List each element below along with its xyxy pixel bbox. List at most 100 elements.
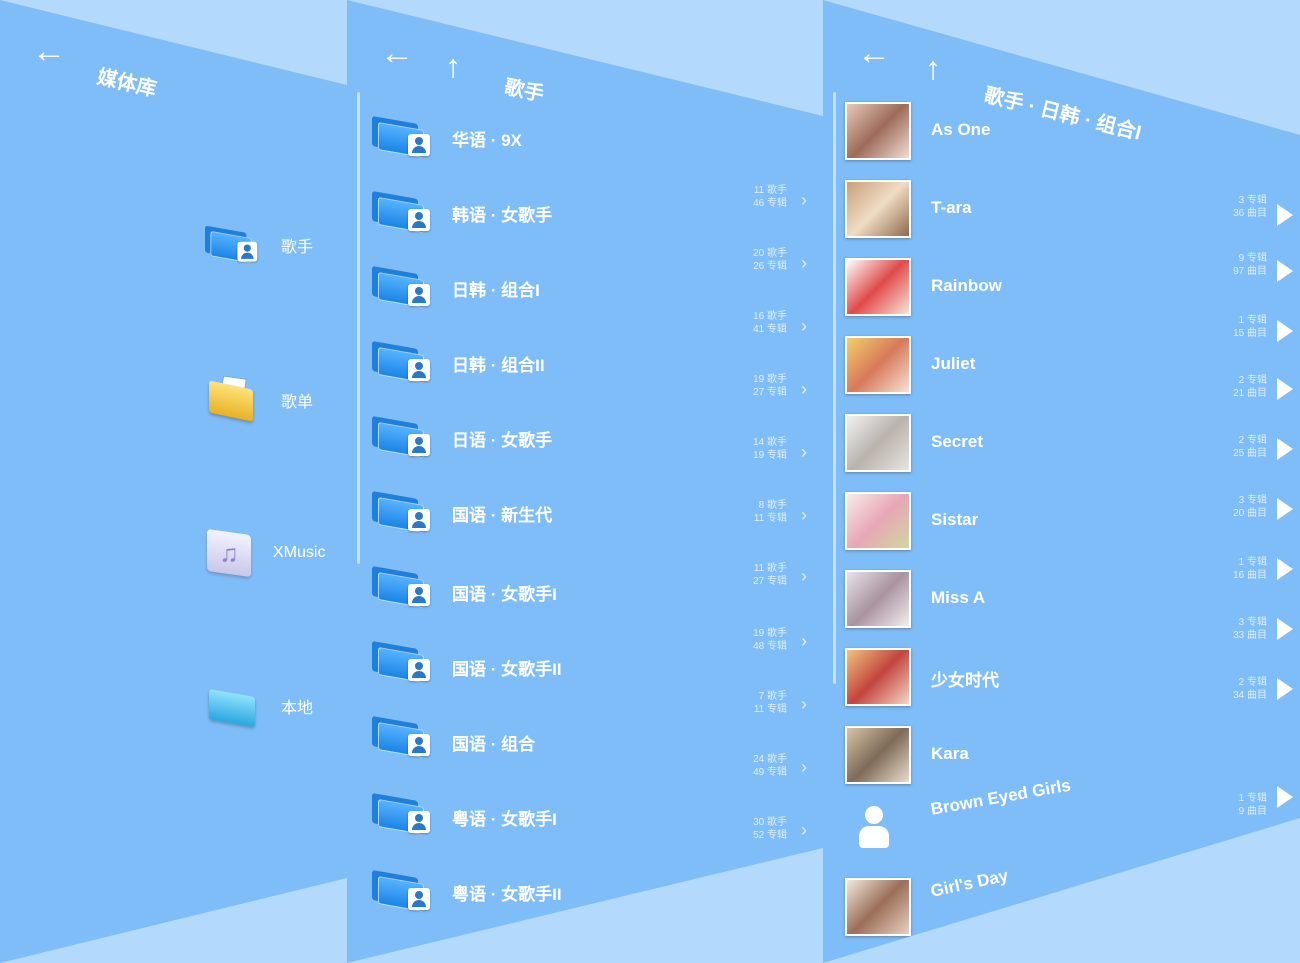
play-icon[interactable] [1277,786,1293,808]
menu-label: 歌单 [281,394,314,411]
category-name: 华语 · 9X [452,131,522,150]
category-row[interactable]: 国语 · 女歌手II 19 歌手 48 专辑 › [372,628,817,693]
artist-photo [845,414,911,472]
artist-photo [845,180,911,238]
artist-stats: 1 专辑 9 曲目 [1238,793,1267,817]
play-icon[interactable] [1277,558,1293,580]
menu-item-playlists[interactable]: 歌单 [205,375,314,423]
chevron-right-icon[interactable]: › [801,820,807,841]
artist-name: T-ara [931,198,972,217]
category-name: 日韩 · 组合I [452,281,540,300]
music-note-icon: ♫ [203,528,259,578]
category-row[interactable]: 日韩 · 组合II 19 歌手 27 专辑 › [372,333,817,399]
artist-folder-icon [372,412,430,459]
artist-row[interactable]: Sistar 3 专辑 20 曲目 [845,492,1295,552]
playlist-folder-icon [205,375,261,423]
up-arrow-icon[interactable]: ↑ [445,50,461,82]
artist-row[interactable]: Kara 2 专辑 34 曲目 [845,677,1295,786]
artist-row[interactable]: 少女时代 3 专辑 33 曲目 [845,617,1295,708]
artist-row[interactable]: Rainbow 1 专辑 15 曲目 [845,258,1295,342]
artist-photo [845,878,911,936]
category-row[interactable]: 日语 · 女歌手 14 歌手 19 专辑 › [372,408,817,468]
artist-row[interactable]: Secret 2 专辑 25 曲目 [845,414,1295,474]
category-name: 日韩 · 组合II [452,356,545,375]
up-arrow-icon[interactable]: ↑ [925,52,941,84]
chevron-right-icon[interactable]: › [801,757,807,778]
play-icon[interactable] [1277,378,1293,400]
artist-photo [845,726,911,784]
menu-label: 歌手 [281,239,314,256]
artist-stats: 3 专辑 33 曲目 [1233,617,1267,641]
menu-item-xmusic[interactable]: ♫ XMusic [203,528,325,578]
category-row[interactable]: 日韩 · 组合I 16 歌手 41 专辑 › [372,258,817,336]
artist-stats: 2 专辑 34 曲目 [1233,677,1267,701]
artist-row[interactable]: Miss A 1 专辑 16 曲目 [845,557,1295,630]
artist-folder-icon [372,712,430,759]
category-name: 国语 · 女歌手II [452,660,562,679]
category-name: 国语 · 女歌手I [452,585,557,604]
artist-row[interactable]: Brown Eyed Girls 1 专辑 9 曲目 [845,776,1295,860]
category-name: 国语 · 新生代 [452,506,553,525]
artist-folder-icon [372,112,430,159]
artist-folder-icon [372,637,430,684]
back-arrow-icon[interactable]: ← [32,34,66,68]
category-stats: 24 歌手 49 专辑 [753,754,787,778]
artist-folder-icon [372,789,430,836]
artist-row[interactable]: T-ara 9 专辑 97 曲目 [845,180,1295,282]
category-row[interactable]: 粤语 · 女歌手I 24 歌手 49 专辑 › [372,754,817,845]
artist-folder-icon [372,487,430,534]
category-name: 韩语 · 女歌手 [452,206,553,225]
artist-row[interactable]: Juliet 2 专辑 21 曲目 [845,336,1295,400]
artist-name: Sistar [931,510,979,529]
category-stats: 19 歌手 48 专辑 [753,628,787,652]
category-name: 国语 · 组合 [452,735,536,754]
artist-name: As One [931,120,991,139]
local-folder-icon [205,683,261,729]
category-row[interactable]: 华语 · 9X 11 歌手 46 专辑 › [372,108,817,210]
default-artist-icon [845,800,907,854]
library-title: 媒体库 [94,66,159,102]
menu-item-artists[interactable]: 歌手 [205,222,313,268]
artist-folder-icon [372,337,430,384]
artist-photo [845,648,911,706]
scroll-indicator[interactable] [357,92,360,564]
artist-row[interactable]: As One 3 专辑 36 曲目 [845,102,1295,226]
artist-name: Secret [931,432,983,451]
artist-photo [845,570,911,628]
chevron-right-icon[interactable]: › [801,379,807,400]
category-row[interactable]: 粤语 · 女歌手II 30 歌手 52 专辑 › [372,817,817,922]
chevron-right-icon[interactable]: › [801,631,807,652]
category-name: 粤语 · 女歌手I [452,810,557,829]
library-panel: ← 媒体库 歌手 歌单 ♫ XMusic 本地 [0,0,347,963]
play-icon[interactable] [1277,678,1293,700]
artist-photo [845,102,911,160]
category-stats: 14 歌手 19 专辑 [753,437,787,461]
chevron-right-icon[interactable]: › [801,442,807,463]
category-stats: 11 歌手 27 专辑 [753,563,787,587]
menu-label: 本地 [281,700,314,717]
artist-photo [845,336,911,394]
artists-title: 歌手 [502,76,546,107]
category-stats: 19 歌手 27 专辑 [753,374,787,398]
category-row[interactable]: 韩语 · 女歌手 20 歌手 26 专辑 › [372,183,817,273]
menu-item-local[interactable]: 本地 [205,683,313,729]
artists-panel: ← ↑ 歌手 华语 · 9X 11 歌手 46 专辑 › 韩语 · 女歌手 20 … [347,0,823,963]
back-arrow-icon[interactable]: ← [857,36,891,70]
artist-photo [845,492,911,550]
back-arrow-icon[interactable]: ← [380,36,414,70]
artist-name: Juliet [931,354,976,373]
play-icon[interactable] [1277,438,1293,460]
play-icon[interactable] [1277,498,1293,520]
category-row[interactable]: 国语 · 组合 7 歌手 11 专辑 › [372,691,817,768]
scroll-indicator[interactable] [833,92,836,684]
chevron-right-icon[interactable]: › [801,505,807,526]
category-stats: 7 歌手 11 专辑 [753,691,787,715]
chevron-right-icon[interactable]: › [801,694,807,715]
artist-name: Girl's Day [928,865,1010,901]
category-row[interactable]: 国语 · 新生代 8 歌手 11 专辑 › [372,483,817,543]
play-icon[interactable] [1277,618,1293,640]
artist-row[interactable]: Girl's Day [845,866,1295,938]
category-row[interactable]: 国语 · 女歌手I 11 歌手 27 专辑 › [372,558,817,618]
chevron-right-icon[interactable]: › [801,566,807,587]
category-stats: 30 歌手 52 专辑 [753,817,787,841]
